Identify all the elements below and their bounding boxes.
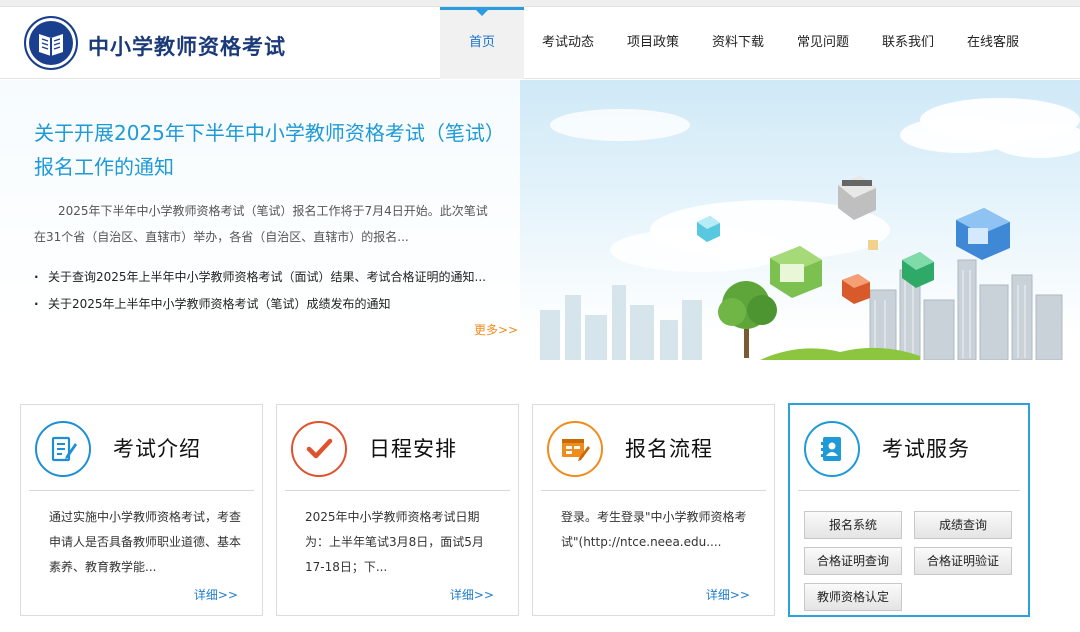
- document-edit-icon: [35, 421, 91, 477]
- nav-exam-news[interactable]: 考试动态: [524, 7, 612, 79]
- card-title: 考试介绍: [113, 437, 201, 461]
- top-strip: [0, 0, 1080, 7]
- divider: [798, 490, 1020, 491]
- nav-downloads[interactable]: 资料下载: [694, 7, 782, 79]
- banner-text-panel: 关于开展2025年下半年中小学教师资格考试（笔试）报名工作的通知 2025年下半…: [0, 80, 520, 360]
- address-book-icon: [804, 421, 860, 477]
- teacher-qualification-button[interactable]: 教师资格认定: [804, 583, 902, 611]
- form-pen-icon: [547, 421, 603, 477]
- headline-summary: 2025年下半年中小学教师资格考试（笔试）报名工作将于7月4日开始。此次笔试在3…: [34, 204, 488, 244]
- nav-contact[interactable]: 联系我们: [864, 7, 952, 79]
- book-icon: [39, 34, 63, 56]
- card-title: 报名流程: [625, 437, 713, 461]
- card-exam-intro: 考试介绍 通过实施中小学教师资格考试，考查申请人是否具备教师职业道德、基本素养、…: [20, 404, 263, 616]
- site-logo[interactable]: [24, 16, 78, 70]
- details-link[interactable]: 详细>>: [194, 586, 238, 603]
- certificate-verify-button[interactable]: 合格证明验证: [914, 547, 1012, 575]
- nav-faq[interactable]: 常见问题: [782, 7, 864, 79]
- divider: [29, 490, 254, 491]
- card-title: 考试服务: [882, 437, 970, 461]
- nav-online-service[interactable]: 在线客服: [952, 7, 1034, 79]
- news-item[interactable]: 关于查询2025年上半年中小学教师资格考试（面试）结果、考试合格证明的通知...: [34, 264, 504, 291]
- main-nav: 首页 考试动态 项目政策 资料下载 常见问题 联系我们 在线客服: [440, 7, 1034, 79]
- card-schedule: 日程安排 2025年中小学教师资格考试日期为：上半年笔试3月8日，面试5月17-…: [276, 404, 519, 616]
- card-description: 2025年中小学教师资格考试日期为：上半年笔试3月8日，面试5月17-18日；下…: [305, 510, 484, 574]
- site-title: 中小学教师资格考试: [88, 35, 286, 59]
- site-header: 中小学教师资格考试 首页 考试动态 项目政策 资料下载 常见问题 联系我们 在线…: [0, 7, 1080, 79]
- news-list: 关于查询2025年上半年中小学教师资格考试（面试）结果、考试合格证明的通知...…: [34, 264, 504, 318]
- score-query-button[interactable]: 成绩查询: [914, 511, 1012, 539]
- more-news-link[interactable]: 更多>>: [474, 321, 518, 338]
- card-exam-services: 考试服务 报名系统 成绩查询 合格证明查询 合格证明验证 教师资格认定: [788, 403, 1030, 617]
- certificate-query-button[interactable]: 合格证明查询: [804, 547, 902, 575]
- nav-policy[interactable]: 项目政策: [612, 7, 694, 79]
- details-link[interactable]: 详细>>: [450, 586, 494, 603]
- details-link[interactable]: 详细>>: [706, 586, 750, 603]
- registration-system-button[interactable]: 报名系统: [804, 511, 902, 539]
- divider: [541, 490, 766, 491]
- news-item[interactable]: 关于2025年上半年中小学教师资格考试（笔试）成绩发布的通知: [34, 291, 504, 318]
- card-description: 通过实施中小学教师资格考试，考查申请人是否具备教师职业道德、基本素养、教育教学能…: [49, 510, 242, 574]
- hero-banner: 关于开展2025年下半年中小学教师资格考试（笔试）报名工作的通知 2025年下半…: [0, 80, 1080, 360]
- card-title: 日程安排: [369, 437, 457, 461]
- card-registration-process: 报名流程 登录。考生登录"中小学教师资格考试"(http://ntce.neea…: [532, 404, 775, 616]
- headline-link[interactable]: 关于开展2025年下半年中小学教师资格考试（笔试）报名工作的通知: [34, 116, 504, 184]
- nav-home[interactable]: 首页: [440, 7, 524, 79]
- card-description: 登录。考生登录"中小学教师资格考试"(http://ntce.neea.edu.…: [561, 510, 747, 549]
- divider: [285, 490, 510, 491]
- checkmark-icon: [291, 421, 347, 477]
